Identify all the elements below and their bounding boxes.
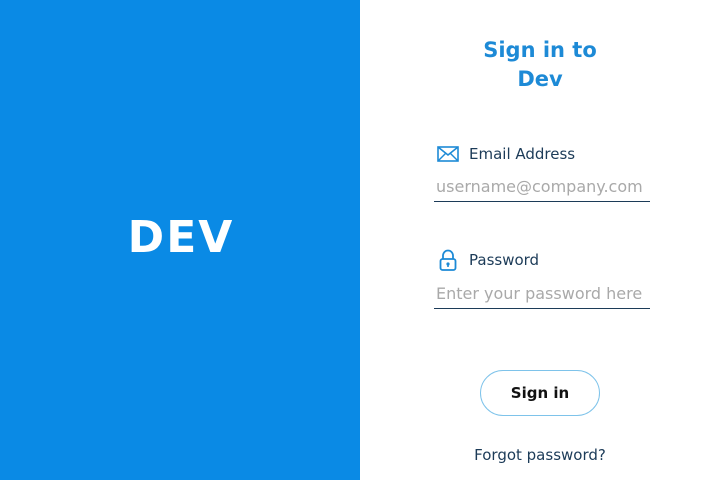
sign-in-button[interactable]: Sign in <box>480 370 600 416</box>
password-label: Password <box>469 251 540 269</box>
envelope-icon <box>437 143 459 165</box>
password-label-row: Password <box>437 249 539 271</box>
brand-panel: DEV <box>0 0 360 480</box>
password-input[interactable] <box>434 279 650 309</box>
email-label: Email Address <box>469 145 576 163</box>
page-title: Sign in to Dev <box>483 38 597 91</box>
login-panel: Sign in to Dev Email Address Password Si… <box>360 0 720 480</box>
lock-icon <box>437 249 459 271</box>
email-label-row: Email Address <box>437 143 575 165</box>
email-input[interactable] <box>434 172 650 202</box>
forgot-password-link[interactable]: Forgot password? <box>440 446 640 464</box>
brand-logo: DEV <box>127 212 235 263</box>
